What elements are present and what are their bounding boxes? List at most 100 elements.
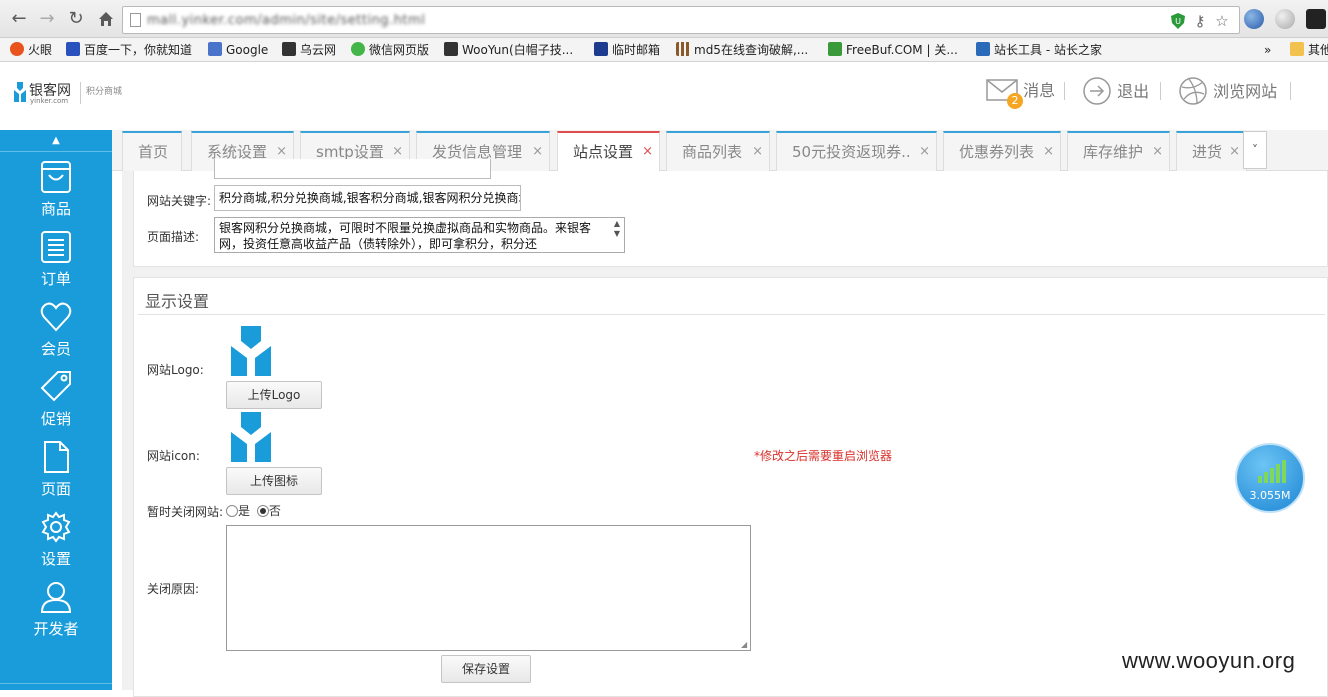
close-icon[interactable]: × bbox=[919, 133, 930, 171]
close-icon[interactable]: × bbox=[642, 133, 653, 171]
sidebar-item-label: 商品 bbox=[40, 200, 71, 218]
site-icon-preview bbox=[231, 412, 271, 462]
bookmark-item[interactable]: Google bbox=[208, 42, 268, 58]
bookmark-item[interactable]: FreeBuf.COM | 关... bbox=[828, 42, 958, 58]
close-icon[interactable]: × bbox=[1043, 133, 1054, 171]
mall-logo: 积分商城 bbox=[86, 87, 123, 97]
textarea-scroll-icon[interactable]: ▲ ▼ bbox=[611, 219, 623, 239]
yinker-logo-icon bbox=[14, 82, 26, 102]
network-speed: 3.055M bbox=[1249, 489, 1291, 502]
back-icon[interactable]: ← bbox=[7, 7, 31, 31]
sidebar-item-label: 页面 bbox=[40, 480, 71, 498]
previous-field[interactable] bbox=[214, 159, 491, 179]
mask-extension-icon[interactable] bbox=[1306, 9, 1326, 29]
header-divider bbox=[1160, 82, 1161, 100]
radio-no[interactable] bbox=[256, 505, 269, 517]
logout-link[interactable]: 退出 bbox=[1082, 76, 1149, 106]
bookmark-grid-icon bbox=[676, 42, 690, 56]
bookmark-item[interactable]: 乌云网 bbox=[282, 42, 336, 58]
star-icon[interactable]: ☆ bbox=[1213, 12, 1231, 30]
bookmark-wooyun-icon bbox=[282, 42, 296, 56]
bookmark-item[interactable]: md5在线查询破解,... bbox=[676, 42, 808, 58]
bookmarks-more-button[interactable]: » bbox=[1264, 42, 1271, 58]
close-site-label: 暂时关闭网站: bbox=[147, 505, 224, 519]
tab-site-settings[interactable]: 站点设置 × bbox=[557, 131, 660, 171]
tab-coupon-list[interactable]: 优惠券列表 × bbox=[943, 131, 1061, 171]
forward-icon[interactable]: → bbox=[35, 7, 59, 31]
tab-product-list[interactable]: 商品列表 × bbox=[666, 131, 770, 171]
address-bar[interactable]: mall.yinker.com/admin/site/setting.html … bbox=[122, 6, 1240, 34]
svg-text:U: U bbox=[1175, 17, 1181, 26]
sidebar-item-label: 促销 bbox=[40, 410, 71, 428]
keywords-label: 网站关键字: bbox=[147, 194, 212, 208]
sync-extension-icon[interactable] bbox=[1275, 9, 1295, 29]
sidebar-item-goods[interactable]: 商品 bbox=[0, 160, 112, 230]
page-icon bbox=[130, 13, 141, 27]
sidebar-item-settings[interactable]: 设置 bbox=[0, 510, 112, 580]
other-bookmarks[interactable]: 其他 bbox=[1290, 42, 1328, 58]
browser-toolbar: ← → ↻ mall.yinker.com/admin/site/setting… bbox=[0, 0, 1328, 38]
tab-home[interactable]: 首页 bbox=[122, 131, 182, 171]
reload-icon[interactable]: ↻ bbox=[64, 7, 88, 31]
home-icon[interactable] bbox=[94, 7, 118, 31]
sidebar-divider bbox=[0, 683, 112, 684]
globe-extension-icon[interactable] bbox=[1244, 9, 1264, 29]
close-icon[interactable]: × bbox=[532, 133, 543, 171]
section-divider bbox=[138, 314, 1325, 315]
main-content: 网站关键字: 积分商城,积分兑换商城,银客积分商城,银客网积分兑换商城 页面描述… bbox=[122, 159, 1328, 697]
sidebar-item-orders[interactable]: 订单 bbox=[0, 230, 112, 300]
shield-icon[interactable]: U bbox=[1169, 12, 1187, 30]
save-settings-button[interactable]: 保存设置 bbox=[441, 655, 531, 683]
close-icon[interactable]: × bbox=[1229, 133, 1240, 171]
close-icon[interactable]: × bbox=[752, 133, 763, 171]
bookmark-fire-icon bbox=[10, 42, 24, 56]
tab-overflow-button[interactable]: ˅ bbox=[1243, 131, 1267, 169]
folder-icon bbox=[1290, 42, 1304, 56]
bookmark-item[interactable]: 临时邮箱 bbox=[594, 42, 660, 58]
bookmark-item[interactable]: 百度一下，你就知道 bbox=[66, 42, 192, 58]
bookmark-google-icon bbox=[208, 42, 222, 56]
site-logo-preview bbox=[231, 326, 271, 376]
upload-icon-button[interactable]: 上传图标 bbox=[226, 467, 322, 495]
bookmarks-bar: 火眼 百度一下，你就知道 Google 乌云网 微信网页版 WooYun(白帽子… bbox=[0, 38, 1328, 62]
bookmark-item[interactable]: 微信网页版 bbox=[351, 42, 429, 58]
restart-note: *修改之后需要重启浏览器 bbox=[754, 449, 893, 463]
upload-logo-button[interactable]: 上传Logo bbox=[226, 381, 322, 409]
logout-icon bbox=[1083, 77, 1111, 105]
user-icon bbox=[40, 582, 72, 613]
close-icon[interactable]: × bbox=[1152, 133, 1163, 171]
signal-bars-icon bbox=[1258, 460, 1286, 483]
tab-cashback-coupon[interactable]: 50元投资返现券.. × bbox=[776, 131, 937, 171]
logo-divider bbox=[80, 82, 81, 104]
tab-purchase[interactable]: 进货 × bbox=[1176, 131, 1247, 171]
key-icon[interactable]: ⚷ bbox=[1191, 12, 1209, 30]
logo-subtext: yinker.com bbox=[30, 97, 69, 105]
bookmark-freebuf-icon bbox=[828, 42, 842, 56]
radio-yes[interactable] bbox=[226, 505, 238, 517]
display-settings-panel: 显示设置 网站Logo: 上传Logo 网站icon: 上传图标 *修改之后需要… bbox=[133, 277, 1328, 697]
sidebar-collapse-button[interactable]: ▲ bbox=[0, 130, 112, 152]
keywords-input[interactable]: 积分商城,积分兑换商城,银客积分商城,银客网积分兑换商城 bbox=[214, 185, 521, 211]
browse-site-link[interactable]: 浏览网站 bbox=[1178, 76, 1277, 106]
header-divider bbox=[1064, 82, 1065, 100]
description-label: 页面描述: bbox=[147, 230, 200, 244]
tag-icon bbox=[40, 371, 71, 402]
tab-inventory[interactable]: 库存维护 × bbox=[1067, 131, 1170, 171]
sidebar-item-promotions[interactable]: 促销 bbox=[0, 370, 112, 440]
bookmark-item[interactable]: 火眼 bbox=[10, 42, 52, 58]
network-speed-widget[interactable]: 3.055M bbox=[1235, 443, 1305, 513]
bookmark-paw-icon bbox=[66, 42, 80, 56]
bookmark-item[interactable]: WooYun(白帽子技... bbox=[444, 42, 573, 58]
description-text: 银客网积分兑换商城，可限时不限量兑换虚拟商品和实物商品。来银客网，投资任意高收益… bbox=[219, 221, 592, 251]
sidebar-item-developer[interactable]: 开发者 bbox=[0, 580, 112, 650]
close-reason-textarea[interactable]: ◢ bbox=[226, 525, 751, 651]
resize-grip-icon[interactable]: ◢ bbox=[741, 641, 749, 649]
logo-label: 网站Logo: bbox=[147, 363, 204, 377]
address-url: mall.yinker.com/admin/site/setting.html bbox=[147, 13, 426, 28]
sidebar-item-members[interactable]: 会员 bbox=[0, 300, 112, 370]
bookmark-item[interactable]: 站长工具 - 站长之家 bbox=[976, 42, 1102, 58]
sidebar-item-pages[interactable]: 页面 bbox=[0, 440, 112, 510]
page-icon bbox=[44, 441, 69, 473]
description-textarea[interactable]: 银客网积分兑换商城，可限时不限量兑换虚拟商品和实物商品。来银客网，投资任意高收益… bbox=[214, 217, 625, 253]
app-header: 银客网 yinker.com 积分商城 消息 退出 浏览网站 bbox=[0, 62, 1328, 130]
